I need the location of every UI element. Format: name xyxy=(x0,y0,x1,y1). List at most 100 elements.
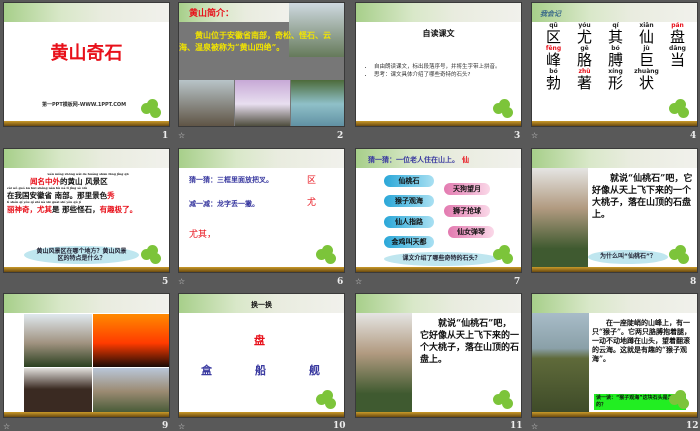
char-card: qū 区 xyxy=(545,22,561,46)
question-cloud: 课文介绍了哪些奇特的石头？ xyxy=(384,252,499,266)
word: 尤其， xyxy=(189,230,217,240)
char-card: zhuàng 状 xyxy=(634,68,659,92)
bullet-list: 自由朗读课文，标出段落序号，并将生字带上拼音。 思考：课文具体介绍了哪些奇特的石… xyxy=(368,63,513,79)
slide-thumbnail-8[interactable]: 就说“仙桃石”吧，它好像从天上飞下来的一个大桃子，落在山顶的石盘上。 为什么叫“… xyxy=(531,148,698,273)
char-card: jù 巨 xyxy=(638,45,654,69)
char-card: qí 其 xyxy=(607,22,623,46)
rock-name-pill: 猴子观海 xyxy=(384,195,434,207)
bottom-bar xyxy=(179,267,344,272)
char-card: bó 膊 xyxy=(607,45,623,69)
slide-title: 黄山奇石 xyxy=(50,43,123,64)
slide-thumbnail-5[interactable]: wén míng zhōng wài de huáng shān fēng jǐ… xyxy=(3,148,170,273)
text: 的黄山 风景区 xyxy=(60,177,108,186)
animation-icon[interactable]: ☆ xyxy=(178,422,185,431)
animation-icon[interactable]: ☆ xyxy=(3,422,10,431)
target-character: 盘 xyxy=(254,334,265,347)
slide-thumbnail-3[interactable]: 自读课文 自由朗读课文，标出段落序号，并将生字带上拼音。 思考：课文具体介绍了哪… xyxy=(355,2,522,127)
riddle-2: 减一减：龙字丢一撇。 xyxy=(189,199,259,208)
slide-thumbnail-1[interactable]: 黄山奇石 第一PPT模板网-WWW.1PPT.COM xyxy=(3,2,170,127)
char-card: yóu 尤 xyxy=(576,22,592,46)
animation-icon[interactable]: ☆ xyxy=(531,131,538,140)
slide-thumbnail-9[interactable] xyxy=(3,293,170,418)
slide-number: 11 xyxy=(510,421,523,431)
text-red: 丽神奇，尤其 xyxy=(7,205,52,214)
text: 是 那些怪石， xyxy=(52,205,100,214)
bottom-bar xyxy=(179,412,344,417)
option-character: 船 xyxy=(255,364,266,377)
slide-heading: 黄山简介： xyxy=(189,9,235,19)
slide-number: 9 xyxy=(162,421,169,431)
slide-body: 就说“仙桃石”吧，它好像从天上飞下来的一个大桃子，落在山顶的石盘上。 xyxy=(592,174,693,220)
slide-body: 在一座陡峭的山峰上，有一只“猴子”。它两只胳膊抱着腿，一动不动地蹲在山头，望着翻… xyxy=(592,318,692,363)
clover-icon xyxy=(669,245,691,265)
slide-number: 10 xyxy=(333,421,346,431)
bottom-bar xyxy=(356,267,521,272)
rock-photo xyxy=(179,80,234,126)
peach-rock-photo xyxy=(356,313,412,414)
slide-number: 2 xyxy=(337,131,344,141)
question-cloud: 黄山风景区在哪个地方？黄山风景区的特点是什么？ xyxy=(24,246,139,264)
clover-icon xyxy=(316,245,338,265)
char-card: xíng 形 xyxy=(607,68,623,92)
char-card: xiān 仙 xyxy=(638,22,654,46)
cloud-sea-photo xyxy=(235,80,290,126)
bottom-bar xyxy=(4,267,169,272)
slide-number: 12 xyxy=(686,421,699,431)
slide-thumbnail-2[interactable]: 黄山简介： 黄山位于安徽省南部，奇松、怪石、云海、温泉被称为“黄山四绝”。 xyxy=(178,2,345,127)
header-band xyxy=(532,294,697,313)
bottom-bar xyxy=(356,412,521,417)
header-band xyxy=(532,149,697,168)
rock-name-pill: 仙桃石 xyxy=(384,175,434,187)
slide-thumbnail-10[interactable]: 换一换 盘 盒 船 舰 xyxy=(178,293,345,418)
char-card: pán 盘 xyxy=(669,22,685,46)
slide-thumbnail-7[interactable]: 猜一猜：一位老人住在山上。仙 仙桃石 猴子观海 仙人指路 金鸡叫天都 天狗望月 … xyxy=(355,148,522,273)
rock-name-pill: 天狗望月 xyxy=(444,183,490,195)
passage: wén míng zhōng wài de huáng shān fēng jǐ… xyxy=(7,172,169,214)
rock-name-pill: 仙人指路 xyxy=(384,216,434,228)
header-band xyxy=(356,3,521,22)
option-character: 舰 xyxy=(309,364,320,377)
slide-thumbnail-11[interactable]: 就说“仙桃石”吧，它好像从天上飞下来的一个大桃子，落在山顶的石盘上。 xyxy=(355,293,522,418)
bottom-bar xyxy=(4,412,169,417)
header-band xyxy=(179,149,344,168)
clover-icon xyxy=(669,390,691,410)
char-card: zhù 著 xyxy=(576,68,592,92)
hot-spring-photo xyxy=(291,80,344,126)
animation-icon[interactable]: ☆ xyxy=(531,422,538,431)
text-red: 秀 xyxy=(107,191,115,200)
riddle: 猜一猜：一位老人住在山上。仙 xyxy=(368,155,469,164)
clover-icon xyxy=(141,99,163,119)
bottom-bar xyxy=(532,267,697,272)
bottom-bar xyxy=(356,121,521,126)
clover-icon xyxy=(493,390,515,410)
riddle-1: 猜一猜：三框里面放把叉。 xyxy=(189,175,273,184)
slide-thumbnail-12[interactable]: 在一座陡峭的山峰上，有一只“猴子”。它两只胳膊抱着腿，一动不动地蹲在山头，望着翻… xyxy=(531,293,698,418)
rock-name-pill: 金鸡叫天都 xyxy=(384,236,434,248)
sunset-photo xyxy=(93,314,169,367)
header-band xyxy=(356,294,521,313)
char-card: bó 勃 xyxy=(545,68,561,92)
slide-number: 5 xyxy=(162,277,169,287)
animation-icon[interactable]: ☆ xyxy=(355,277,362,286)
slide-thumbnail-6[interactable]: 猜一猜：三框里面放把叉。 区 减一减：龙字丢一撇。 尤 尤其， xyxy=(178,148,345,273)
bullet-item: 思考：课文具体介绍了哪些奇特的石头? xyxy=(374,71,513,79)
character-grid: qū 区 yóu 尤 qí 其 xiān 仙 pán 盘 fēng 峰 gē 胳 bó 膊 jù 巨 dāng 当 … xyxy=(538,22,697,92)
char-card: gē 胳 xyxy=(576,45,592,69)
animation-icon[interactable]: ☆ xyxy=(178,277,185,286)
monkey-rock-photo xyxy=(532,313,589,414)
option-character: 盒 xyxy=(201,364,212,377)
answer-1: 区 xyxy=(307,176,317,186)
text: 在我国安徽省 南部。那里景色 xyxy=(7,191,108,200)
animation-icon[interactable]: ☆ xyxy=(178,131,185,140)
rock-name-pill: 狮子抢球 xyxy=(444,205,490,217)
slide-number: 8 xyxy=(690,277,697,287)
slide-body: 就说“仙桃石”吧，它好像从天上飞下来的一个大桃子，落在山顶的石盘上。 xyxy=(420,319,520,365)
bottom-bar xyxy=(4,121,169,126)
clover-icon xyxy=(316,390,338,410)
bullet-item: 自由朗读课文，标出段落序号，并将生字带上拼音。 xyxy=(374,63,513,71)
bottom-bar xyxy=(532,121,697,126)
clover-icon xyxy=(493,99,515,119)
header-band xyxy=(4,294,169,313)
slide-thumbnail-4[interactable]: 我会记 qū 区 yóu 尤 qí 其 xiān 仙 pán 盘 fēng 峰 gē 胳 bó 膊 jù 巨 dā… xyxy=(531,2,698,127)
header-band xyxy=(4,149,169,168)
